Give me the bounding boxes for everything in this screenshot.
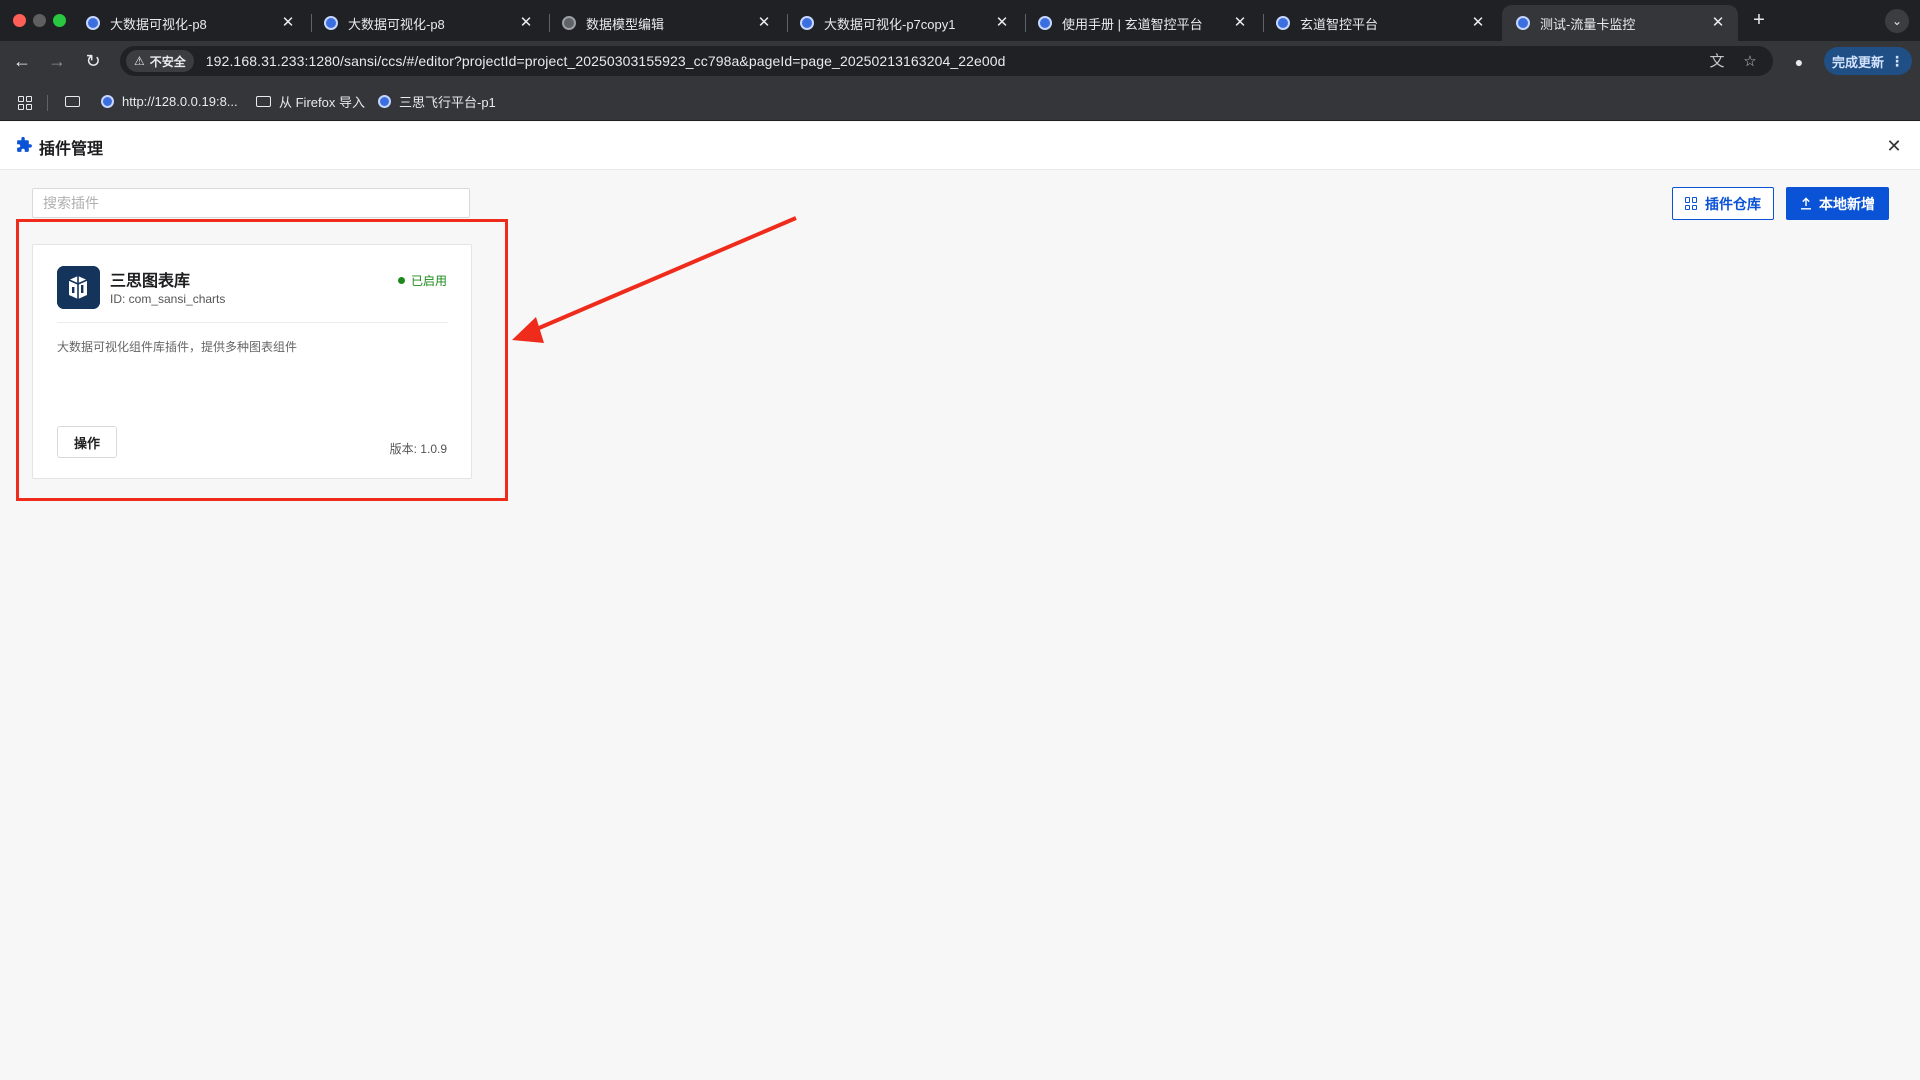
browser-tab-active[interactable]: 测试-流量卡监控 ✕	[1502, 5, 1738, 41]
bookmarks-bar: http://128.0.0.19:8... 从 Firefox 导入 三思飞行…	[0, 81, 1920, 121]
tab-title: 大数据可视化-p8	[110, 16, 207, 32]
update-button[interactable]: 完成更新 ⋮	[1824, 47, 1912, 75]
plugin-repo-button[interactable]: 插件仓库	[1672, 187, 1774, 220]
site-favicon-icon	[378, 94, 391, 108]
back-icon[interactable]: ←	[10, 49, 34, 73]
profile-icon[interactable]: ●	[1788, 51, 1810, 73]
local-add-label: 本地新增	[1819, 195, 1875, 212]
update-label: 完成更新	[1831, 54, 1884, 70]
bookmark-label: 从 Firefox 导入	[279, 94, 365, 110]
bookmark-star-icon[interactable]: ☆	[1740, 52, 1760, 72]
bookmark-item[interactable]: 三思飞行平台-p1	[378, 91, 496, 111]
site-favicon-icon	[324, 16, 338, 30]
browser-tab[interactable]: 大数据可视化-p8 ✕	[72, 5, 308, 41]
page-header	[0, 122, 1920, 170]
close-icon[interactable]: ✕	[1710, 15, 1726, 31]
close-icon[interactable]: ✕	[280, 15, 296, 31]
close-icon[interactable]: ✕	[1884, 136, 1904, 156]
site-favicon-icon	[86, 16, 100, 30]
browser-tab-bar: 大数据可视化-p8 ✕ 大数据可视化-p8 ✕ 数据模型编辑 ✕ 大数据可视化-…	[0, 0, 1920, 41]
tab-title: 数据模型编辑	[586, 16, 665, 32]
page-title: 插件管理	[39, 141, 104, 158]
window-close-button[interactable]	[13, 14, 26, 27]
security-label: 不安全	[149, 54, 186, 69]
browser-tab[interactable]: 大数据可视化-p7copy1 ✕	[786, 5, 1022, 41]
browser-tab[interactable]: 使用手册 | 玄道智控平台 ✕	[1024, 5, 1260, 41]
browser-toolbar: ← → ↻ ⚠ 不安全 192.168.31.233:1280/sansi/cc…	[0, 41, 1920, 81]
site-favicon-icon	[800, 16, 814, 30]
annotation-highlight-box	[16, 219, 508, 501]
browser-tab[interactable]: 数据模型编辑 ✕	[548, 5, 784, 41]
close-icon[interactable]: ✕	[1232, 15, 1248, 31]
address-bar[interactable]: ⚠ 不安全 192.168.31.233:1280/sansi/ccs/#/ed…	[120, 46, 1773, 76]
bookmark-folder[interactable]: 从 Firefox 导入	[256, 91, 365, 111]
window-maximize-button[interactable]	[53, 14, 66, 27]
bookmark-item[interactable]: http://128.0.0.19:8...	[101, 91, 238, 111]
close-icon[interactable]: ✕	[1470, 15, 1486, 31]
grid-icon	[1685, 197, 1698, 210]
tab-title: 测试-流量卡监控	[1540, 16, 1636, 32]
folder-icon[interactable]	[65, 91, 88, 111]
url-text[interactable]: 192.168.31.233:1280/sansi/ccs/#/editor?p…	[206, 53, 1006, 69]
tab-search-icon[interactable]: ⌄	[1885, 9, 1909, 33]
tab-title: 使用手册 | 玄道智控平台	[1062, 16, 1203, 32]
kebab-menu-icon: ⋮	[1890, 52, 1904, 69]
upload-icon	[1801, 197, 1811, 210]
site-favicon-icon	[1038, 16, 1052, 30]
warning-icon: ⚠	[134, 54, 145, 68]
tab-title: 大数据可视化-p7copy1	[824, 16, 956, 32]
site-favicon-icon	[1276, 16, 1290, 30]
site-favicon-icon	[1516, 16, 1530, 30]
new-tab-icon[interactable]: +	[1748, 9, 1770, 31]
bookmark-label: http://128.0.0.19:8...	[122, 93, 238, 109]
puzzle-icon	[17, 137, 32, 152]
close-icon[interactable]: ✕	[994, 15, 1010, 31]
apps-grid-icon[interactable]	[18, 96, 32, 110]
plugin-repo-label: 插件仓库	[1705, 195, 1761, 212]
site-favicon-icon	[101, 94, 114, 108]
bookmark-divider	[47, 95, 48, 111]
security-chip[interactable]: ⚠ 不安全	[126, 50, 194, 72]
search-input[interactable]	[32, 188, 470, 218]
browser-tab[interactable]: 大数据可视化-p8 ✕	[310, 5, 546, 41]
translate-icon[interactable]: 文	[1707, 52, 1727, 72]
tab-title: 玄道智控平台	[1300, 16, 1379, 32]
window-minimize-button[interactable]	[33, 14, 46, 27]
local-add-button[interactable]: 本地新增	[1786, 187, 1889, 220]
globe-icon	[562, 16, 576, 30]
folder-icon	[256, 95, 271, 107]
tab-title: 大数据可视化-p8	[348, 16, 445, 32]
close-icon[interactable]: ✕	[518, 15, 534, 31]
close-icon[interactable]: ✕	[756, 15, 772, 31]
bookmark-label: 三思飞行平台-p1	[399, 94, 496, 110]
browser-tab[interactable]: 玄道智控平台 ✕	[1262, 5, 1498, 41]
reload-icon[interactable]: ↻	[81, 49, 105, 73]
forward-icon[interactable]: →	[45, 49, 69, 73]
